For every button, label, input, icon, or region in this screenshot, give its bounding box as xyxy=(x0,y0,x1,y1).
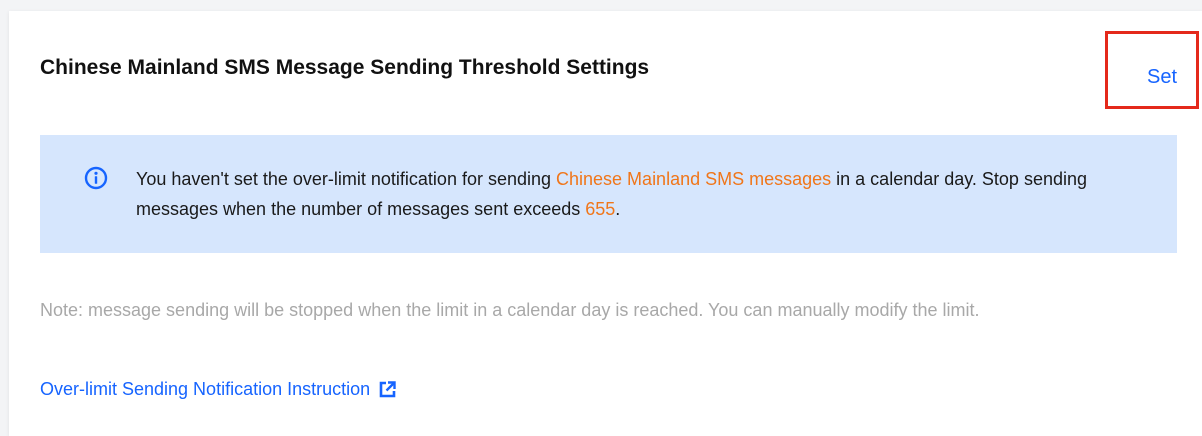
external-link-icon xyxy=(379,381,396,398)
notification-instruction-link[interactable]: Over-limit Sending Notification Instruct… xyxy=(40,377,396,401)
alert-text-after: . xyxy=(615,199,621,219)
card-title: Chinese Mainland SMS Message Sending Thr… xyxy=(40,56,650,79)
info-alert: You haven't set the over-limit notificat… xyxy=(40,135,1177,253)
alert-highlight-scope: Chinese Mainland SMS messages xyxy=(556,169,832,189)
info-icon xyxy=(84,166,108,190)
set-button[interactable]: Set xyxy=(1147,65,1177,89)
threshold-settings-card: Chinese Mainland SMS Message Sending Thr… xyxy=(9,11,1202,436)
alert-message: You haven't set the over-limit notificat… xyxy=(136,164,1116,224)
note-text: Note: message sending will be stopped wh… xyxy=(40,300,980,320)
alert-text-before: You haven't set the over-limit notificat… xyxy=(136,169,557,189)
alert-highlight-limit: 655 xyxy=(585,199,616,219)
notification-instruction-link-label: Over-limit Sending Notification Instruct… xyxy=(40,379,371,399)
page: Chinese Mainland SMS Message Sending Thr… xyxy=(0,0,1202,436)
card-header: Chinese Mainland SMS Message Sending Thr… xyxy=(40,54,1202,82)
